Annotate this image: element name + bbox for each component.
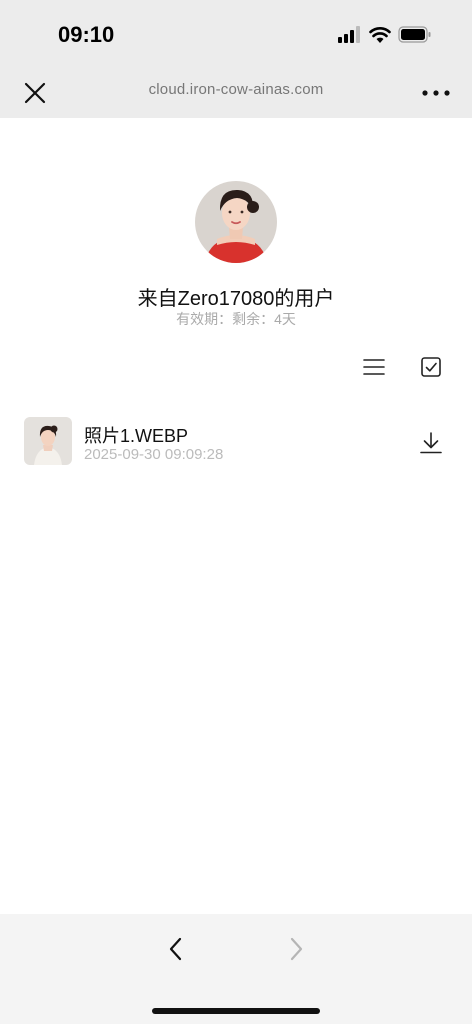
close-icon — [24, 82, 46, 104]
wifi-icon — [369, 27, 391, 43]
list-view-button[interactable] — [360, 354, 388, 380]
more-icon — [422, 90, 450, 96]
back-button[interactable] — [162, 934, 190, 964]
signal-icon — [338, 26, 360, 43]
forward-button[interactable] — [282, 934, 310, 964]
browser-bottom-bar — [0, 914, 472, 1024]
share-expiry: 有效期：剩余：4天 — [176, 311, 296, 327]
file-thumbnail[interactable] — [24, 417, 72, 465]
download-button[interactable] — [418, 430, 444, 456]
checkbox-icon — [421, 357, 441, 377]
browser-nav-bar: cloud.iron-cow-ainas.com — [0, 66, 472, 118]
download-icon — [420, 432, 442, 454]
home-indicator[interactable] — [152, 1008, 320, 1014]
chevron-left-icon — [169, 937, 182, 961]
file-row[interactable]: 照片1.WEBP 2025-09-30 09:09:28 — [0, 408, 472, 474]
status-bar: 09:10 — [0, 0, 472, 66]
page-url: cloud.iron-cow-ainas.com — [148, 81, 324, 98]
list-view-icon — [363, 359, 385, 375]
file-name: 照片1.WEBP — [84, 426, 189, 446]
select-mode-button[interactable] — [418, 354, 444, 380]
close-button[interactable] — [20, 78, 50, 108]
status-time: 09:10 — [58, 22, 115, 47]
more-button[interactable] — [420, 78, 452, 108]
share-title: 来自Zero17080的用户 — [137, 288, 335, 310]
battery-icon — [398, 26, 431, 43]
chevron-right-icon — [290, 937, 303, 961]
status-icons — [338, 26, 432, 44]
file-date: 2025-09-30 09:09:28 — [84, 446, 224, 463]
sharer-avatar — [195, 181, 277, 263]
